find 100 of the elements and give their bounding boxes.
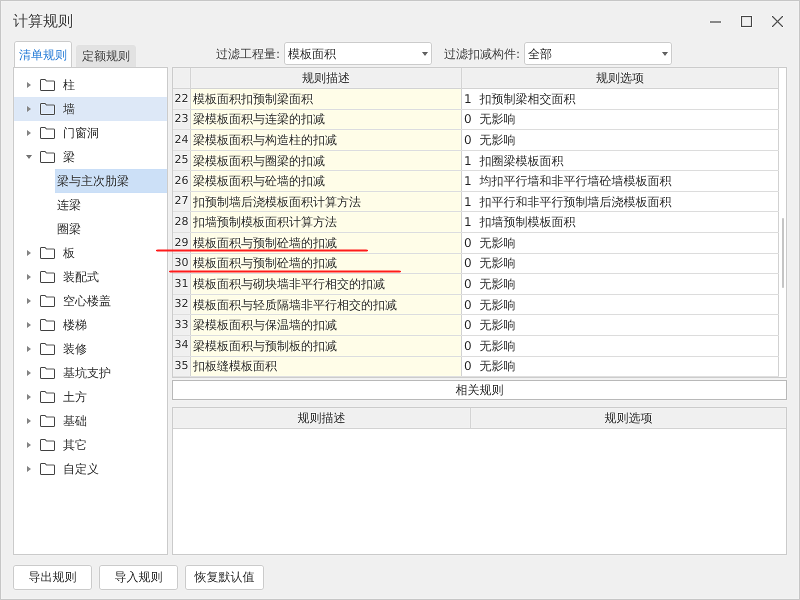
table-cell: 梁模板面积与圈梁的扣减	[191, 150, 462, 170]
table-cell: 1 扣墙预制模板面积	[462, 212, 779, 232]
table-cell: 扣板缝模板面积	[191, 356, 462, 376]
table-cell: 1 扣圈梁模板面积	[462, 150, 779, 170]
tree-item[interactable]: 板	[14, 241, 167, 265]
table-cell: 0 无影响	[462, 130, 779, 150]
caret-icon[interactable]	[26, 154, 32, 160]
caret-icon[interactable]	[26, 370, 32, 376]
action-button[interactable]: 导出规则	[13, 564, 92, 590]
table-cell: 扣墙预制模板面积计算方法	[191, 212, 462, 232]
table-cell: 模板面积扣预制梁面积	[191, 88, 462, 109]
dropdown-caret-icon	[422, 52, 428, 56]
close-icon[interactable]	[772, 16, 783, 26]
folder-icon	[40, 319, 55, 331]
table-cell: 模板面积与砌块墙非平行相交的扣减	[191, 274, 462, 294]
table-cell: 1 扣预制梁相交面积	[462, 88, 779, 109]
caret-icon[interactable]	[26, 322, 32, 328]
folder-icon	[40, 271, 55, 283]
table-cell: 1 扣平行和非平行预制墙后浇模板面积	[462, 192, 779, 212]
tree-item[interactable]: 圈梁	[55, 217, 167, 241]
table-cell: 扣预制墙后浇模板面积计算方法	[191, 192, 462, 212]
tree-item[interactable]: 柱	[14, 73, 167, 97]
row-number: 35	[173, 356, 191, 376]
filter-label: 过滤工程量:	[216, 46, 280, 62]
caret-icon[interactable]	[26, 298, 32, 304]
row-number: 29	[173, 233, 191, 253]
caret-icon[interactable]	[26, 250, 32, 256]
row-number: 33	[173, 315, 191, 335]
action-button[interactable]: 恢复默认值	[185, 564, 264, 590]
caret-icon[interactable]	[26, 274, 32, 280]
row-number: 24	[173, 130, 191, 150]
folder-icon	[40, 247, 55, 259]
tree-item[interactable]: 自定义	[14, 457, 167, 481]
caret-icon[interactable]	[26, 418, 32, 424]
column-header: 规则描述	[191, 68, 462, 88]
tree-item[interactable]: 土方	[14, 385, 167, 409]
tree-item[interactable]: 门窗洞	[14, 121, 167, 145]
tree-item[interactable]: 装修	[14, 337, 167, 361]
column-header: 规则选项	[462, 68, 779, 88]
table-cell: 梁模板面积与连梁的扣减	[191, 110, 462, 130]
tree-item[interactable]: 基坑支护	[14, 361, 167, 385]
folder-icon	[40, 463, 55, 475]
tree-item[interactable]: 装配式	[14, 265, 167, 289]
folder-icon	[40, 295, 55, 307]
table-cell: 0 无影响	[462, 254, 779, 274]
caret-icon[interactable]	[26, 82, 32, 88]
table-cell: 梁模板面积与构造柱的扣减	[191, 130, 462, 150]
row-number: 25	[173, 150, 191, 170]
table-cell: 梁模板面积与保温墙的扣减	[191, 315, 462, 335]
folder-icon	[40, 79, 55, 91]
tree-item[interactable]: 墙	[14, 97, 167, 121]
row-number: 32	[173, 294, 191, 314]
tree-item[interactable]: 梁与主次肋梁	[55, 169, 167, 193]
caret-icon[interactable]	[26, 130, 32, 136]
window-title: 计算规则	[13, 10, 73, 32]
table-cell: 0 无影响	[462, 274, 779, 294]
table-cell: 0 无影响	[462, 315, 779, 335]
folder-icon	[40, 367, 55, 379]
dropdown-caret-icon	[662, 52, 668, 56]
caret-icon[interactable]	[26, 442, 32, 448]
tree-item[interactable]: 梁	[14, 145, 167, 169]
tree-item[interactable]: 其它	[14, 433, 167, 457]
column-header: 规则选项	[604, 410, 654, 427]
table-cell: 0 无影响	[462, 294, 779, 314]
table-cell: 1 均扣平行墙和非平行墙砼墙模板面积	[462, 171, 779, 191]
row-number: 31	[173, 274, 191, 294]
table-cell: 0 无影响	[462, 336, 779, 356]
folder-icon	[40, 415, 55, 427]
filter-label: 过滤扣减构件:	[444, 46, 520, 62]
tree-item[interactable]: 基础	[14, 409, 167, 433]
tab[interactable]: 定额规则	[76, 45, 136, 67]
action-button[interactable]: 导入规则	[99, 564, 178, 590]
folder-icon	[40, 151, 55, 163]
table-cell: 梁模板面积与砼墙的扣减	[191, 171, 462, 191]
row-number: 27	[173, 192, 191, 212]
row-number: 22	[173, 88, 191, 109]
table-cell: 模板面积与轻质隔墙非平行相交的扣减	[191, 294, 462, 314]
tree-item[interactable]: 连梁	[55, 193, 167, 217]
column-header: 规则描述	[173, 408, 471, 428]
folder-icon	[40, 391, 55, 403]
filter-dropdown[interactable]: 全部	[524, 42, 672, 65]
folder-icon	[40, 127, 55, 139]
caret-icon[interactable]	[26, 346, 32, 352]
caret-icon[interactable]	[26, 106, 32, 112]
folder-icon	[40, 439, 55, 451]
table-cell: 梁模板面积与预制板的扣减	[191, 336, 462, 356]
row-number: 28	[173, 212, 191, 232]
filter-dropdown[interactable]: 模板面积	[284, 42, 432, 65]
folder-icon	[40, 343, 55, 355]
related-rules-bar[interactable]: 相关规则	[172, 380, 787, 400]
table-cell: 模板面积与预制砼墙的扣减	[191, 233, 462, 253]
tab[interactable]: 清单规则	[14, 41, 72, 67]
table-cell: 0 无影响	[462, 356, 779, 376]
table-cell: 0 无影响	[462, 233, 779, 253]
tree-item[interactable]: 楼梯	[14, 313, 167, 337]
caret-icon[interactable]	[26, 394, 32, 400]
caret-icon[interactable]	[26, 466, 32, 472]
tree-item[interactable]: 空心楼盖	[14, 289, 167, 313]
folder-icon	[40, 103, 55, 115]
maximize-icon[interactable]	[741, 16, 752, 26]
